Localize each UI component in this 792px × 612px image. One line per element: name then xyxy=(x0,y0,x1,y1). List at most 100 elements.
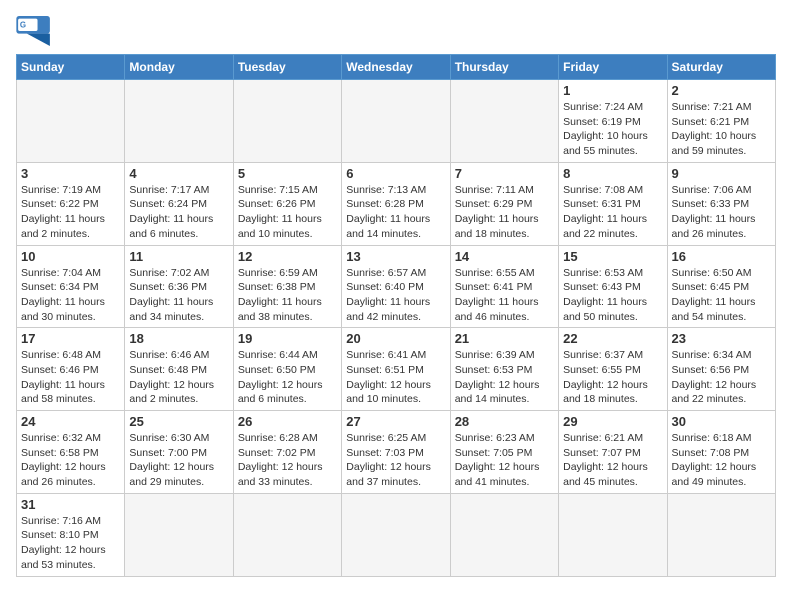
day-info: Sunrise: 7:11 AM Sunset: 6:29 PM Dayligh… xyxy=(455,183,554,242)
calendar-cell: 31Sunrise: 7:16 AM Sunset: 8:10 PM Dayli… xyxy=(17,493,125,576)
day-info: Sunrise: 7:19 AM Sunset: 6:22 PM Dayligh… xyxy=(21,183,120,242)
day-number: 9 xyxy=(672,166,771,181)
logo-icon: G xyxy=(16,16,52,46)
calendar-cell: 7 Sunrise: 7:11 AM Sunset: 6:29 PM Daylig… xyxy=(450,162,558,245)
day-number: 26 xyxy=(238,414,337,429)
day-info: Sunrise: 6:44 AM Sunset: 6:50 PM Dayligh… xyxy=(238,348,337,407)
day-number: 4 xyxy=(129,166,228,181)
day-number: 1 xyxy=(563,83,662,98)
calendar-week-1: 3 Sunrise: 7:19 AM Sunset: 6:22 PM Daylig… xyxy=(17,162,776,245)
calendar-cell: 16 Sunrise: 6:50 AM Sunset: 6:45 PM Dayli… xyxy=(667,245,775,328)
day-number: 19 xyxy=(238,331,337,346)
calendar-cell: 30 Sunrise: 6:18 AM Sunset: 7:08 PM Dayli… xyxy=(667,411,775,494)
calendar-cell: 19 Sunrise: 6:44 AM Sunset: 6:50 PM Dayli… xyxy=(233,328,341,411)
day-number: 28 xyxy=(455,414,554,429)
day-number: 27 xyxy=(346,414,445,429)
day-number: 13 xyxy=(346,249,445,264)
day-info: Sunrise: 6:50 AM Sunset: 6:45 PM Dayligh… xyxy=(672,266,771,325)
calendar-cell: 8Sunrise: 7:08 AM Sunset: 6:31 PM Daylig… xyxy=(559,162,667,245)
calendar-cell xyxy=(667,493,775,576)
day-number: 10 xyxy=(21,249,120,264)
day-info: Sunrise: 7:13 AM Sunset: 6:28 PM Dayligh… xyxy=(346,183,445,242)
calendar-week-3: 17Sunrise: 6:48 AM Sunset: 6:46 PM Dayli… xyxy=(17,328,776,411)
day-number: 18 xyxy=(129,331,228,346)
calendar-cell xyxy=(233,493,341,576)
day-info: Sunrise: 7:06 AM Sunset: 6:33 PM Dayligh… xyxy=(672,183,771,242)
day-number: 16 xyxy=(672,249,771,264)
day-info: Sunrise: 6:55 AM Sunset: 6:41 PM Dayligh… xyxy=(455,266,554,325)
day-number: 20 xyxy=(346,331,445,346)
calendar-cell: 24 Sunrise: 6:32 AM Sunset: 6:58 PM Dayli… xyxy=(17,411,125,494)
day-number: 11 xyxy=(129,249,228,264)
day-info: Sunrise: 7:08 AM Sunset: 6:31 PM Dayligh… xyxy=(563,183,662,242)
day-info: Sunrise: 6:18 AM Sunset: 7:08 PM Dayligh… xyxy=(672,431,771,490)
calendar-cell: 11 Sunrise: 7:02 AM Sunset: 6:36 PM Dayli… xyxy=(125,245,233,328)
weekday-header-wednesday: Wednesday xyxy=(342,55,450,80)
calendar-cell: 1 Sunrise: 7:24 AM Sunset: 6:19 PM Daylig… xyxy=(559,80,667,163)
day-info: Sunrise: 6:46 AM Sunset: 6:48 PM Dayligh… xyxy=(129,348,228,407)
calendar-cell: 25Sunrise: 6:30 AM Sunset: 7:00 PM Dayli… xyxy=(125,411,233,494)
calendar-cell: 27 Sunrise: 6:25 AM Sunset: 7:03 PM Dayli… xyxy=(342,411,450,494)
calendar-cell: 12Sunrise: 6:59 AM Sunset: 6:38 PM Dayli… xyxy=(233,245,341,328)
calendar-cell xyxy=(450,493,558,576)
calendar-cell: 2Sunrise: 7:21 AM Sunset: 6:21 PM Daylig… xyxy=(667,80,775,163)
calendar-cell: 5 Sunrise: 7:15 AM Sunset: 6:26 PM Daylig… xyxy=(233,162,341,245)
day-info: Sunrise: 6:57 AM Sunset: 6:40 PM Dayligh… xyxy=(346,266,445,325)
calendar-cell: 10Sunrise: 7:04 AM Sunset: 6:34 PM Dayli… xyxy=(17,245,125,328)
day-number: 24 xyxy=(21,414,120,429)
day-info: Sunrise: 6:34 AM Sunset: 6:56 PM Dayligh… xyxy=(672,348,771,407)
day-number: 7 xyxy=(455,166,554,181)
day-info: Sunrise: 6:39 AM Sunset: 6:53 PM Dayligh… xyxy=(455,348,554,407)
calendar-table: SundayMondayTuesdayWednesdayThursdayFrid… xyxy=(16,54,776,577)
calendar-cell xyxy=(342,80,450,163)
calendar-cell xyxy=(342,493,450,576)
day-info: Sunrise: 6:41 AM Sunset: 6:51 PM Dayligh… xyxy=(346,348,445,407)
calendar-cell xyxy=(17,80,125,163)
calendar-cell: 9 Sunrise: 7:06 AM Sunset: 6:33 PM Daylig… xyxy=(667,162,775,245)
day-number: 15 xyxy=(563,249,662,264)
calendar-week-5: 31Sunrise: 7:16 AM Sunset: 8:10 PM Dayli… xyxy=(17,493,776,576)
day-number: 5 xyxy=(238,166,337,181)
calendar-cell: 4Sunrise: 7:17 AM Sunset: 6:24 PM Daylig… xyxy=(125,162,233,245)
calendar-cell: 20 Sunrise: 6:41 AM Sunset: 6:51 PM Dayli… xyxy=(342,328,450,411)
calendar-cell xyxy=(233,80,341,163)
day-number: 29 xyxy=(563,414,662,429)
weekday-header-sunday: Sunday xyxy=(17,55,125,80)
weekday-header-tuesday: Tuesday xyxy=(233,55,341,80)
day-number: 3 xyxy=(21,166,120,181)
day-info: Sunrise: 6:48 AM Sunset: 6:46 PM Dayligh… xyxy=(21,348,120,407)
day-info: Sunrise: 6:53 AM Sunset: 6:43 PM Dayligh… xyxy=(563,266,662,325)
calendar-week-2: 10Sunrise: 7:04 AM Sunset: 6:34 PM Dayli… xyxy=(17,245,776,328)
weekday-header-monday: Monday xyxy=(125,55,233,80)
calendar-cell xyxy=(125,80,233,163)
day-number: 23 xyxy=(672,331,771,346)
calendar-cell: 14Sunrise: 6:55 AM Sunset: 6:41 PM Dayli… xyxy=(450,245,558,328)
day-info: Sunrise: 6:25 AM Sunset: 7:03 PM Dayligh… xyxy=(346,431,445,490)
day-info: Sunrise: 6:23 AM Sunset: 7:05 PM Dayligh… xyxy=(455,431,554,490)
calendar-cell: 13 Sunrise: 6:57 AM Sunset: 6:40 PM Dayli… xyxy=(342,245,450,328)
day-info: Sunrise: 6:32 AM Sunset: 6:58 PM Dayligh… xyxy=(21,431,120,490)
calendar-cell: 26Sunrise: 6:28 AM Sunset: 7:02 PM Dayli… xyxy=(233,411,341,494)
calendar-cell: 28 Sunrise: 6:23 AM Sunset: 7:05 PM Dayli… xyxy=(450,411,558,494)
calendar-cell: 3 Sunrise: 7:19 AM Sunset: 6:22 PM Daylig… xyxy=(17,162,125,245)
day-number: 30 xyxy=(672,414,771,429)
calendar-cell: 23 Sunrise: 6:34 AM Sunset: 6:56 PM Dayli… xyxy=(667,328,775,411)
calendar-cell: 15 Sunrise: 6:53 AM Sunset: 6:43 PM Dayli… xyxy=(559,245,667,328)
day-info: Sunrise: 7:21 AM Sunset: 6:21 PM Dayligh… xyxy=(672,100,771,159)
day-info: Sunrise: 7:15 AM Sunset: 6:26 PM Dayligh… xyxy=(238,183,337,242)
calendar-week-4: 24 Sunrise: 6:32 AM Sunset: 6:58 PM Dayli… xyxy=(17,411,776,494)
day-info: Sunrise: 6:30 AM Sunset: 7:00 PM Dayligh… xyxy=(129,431,228,490)
day-info: Sunrise: 6:37 AM Sunset: 6:55 PM Dayligh… xyxy=(563,348,662,407)
day-info: Sunrise: 7:02 AM Sunset: 6:36 PM Dayligh… xyxy=(129,266,228,325)
weekday-header-friday: Friday xyxy=(559,55,667,80)
calendar-cell xyxy=(559,493,667,576)
weekday-header-thursday: Thursday xyxy=(450,55,558,80)
weekday-header-saturday: Saturday xyxy=(667,55,775,80)
calendar-cell: 6Sunrise: 7:13 AM Sunset: 6:28 PM Daylig… xyxy=(342,162,450,245)
svg-text:G: G xyxy=(20,20,26,29)
header: G xyxy=(16,16,776,46)
weekday-header-row: SundayMondayTuesdayWednesdayThursdayFrid… xyxy=(17,55,776,80)
calendar-cell: 29Sunrise: 6:21 AM Sunset: 7:07 PM Dayli… xyxy=(559,411,667,494)
day-info: Sunrise: 7:24 AM Sunset: 6:19 PM Dayligh… xyxy=(563,100,662,159)
day-number: 21 xyxy=(455,331,554,346)
